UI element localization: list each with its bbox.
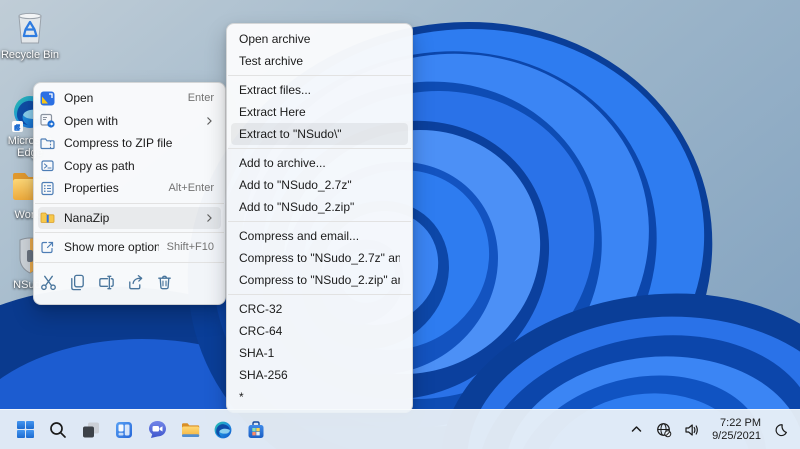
task-view-icon [83,422,99,437]
submenu-item[interactable]: Extract files... [231,79,408,101]
taskbar-clock[interactable]: 7:22 PM 9/25/2021 [709,417,764,443]
properties-icon [39,180,55,196]
focus-assist-button[interactable] [770,417,792,443]
nsudo-app-icon [39,90,55,106]
submenu-item[interactable]: Add to archive... [231,152,408,174]
widgets-button[interactable] [111,417,137,443]
menu-separator [35,261,224,263]
store-icon [248,420,264,438]
menu-item-open-with[interactable]: Open with [38,110,221,133]
nanazip-icon [39,210,55,226]
menu-separator [35,202,224,204]
share-button[interactable] [122,270,148,296]
menu-item-compress-to-zip[interactable]: Compress to ZIP file [38,132,221,155]
menu-separator [228,221,411,222]
edge-icon [214,421,232,438]
share-icon [128,274,142,290]
menu-separator [228,294,411,295]
menu-item-shortcut: Enter [187,92,214,105]
moon-icon [775,423,787,436]
scissors-icon [40,275,56,291]
menu-item-label: NanaZip [64,210,110,225]
submenu-item[interactable]: Test archive [231,50,408,72]
chevron-right-icon [207,213,212,222]
file-explorer-button[interactable] [177,417,203,443]
chevron-right-icon [207,116,212,125]
desktop-icon-recycle-bin[interactable]: Recycle Bin [0,6,60,61]
chat-button[interactable] [144,417,170,443]
zip-folder-icon [39,135,55,151]
volume-button[interactable] [681,417,703,443]
copy-button[interactable] [64,270,90,296]
tray-overflow-button[interactable] [625,417,647,443]
submenu-item[interactable]: CRC-32 [231,298,408,320]
quick-actions-row [34,266,225,300]
submenu-item[interactable]: Compress to "NSudo_2.7z" and email [231,247,408,269]
speaker-icon [685,423,698,436]
edge-button[interactable] [210,417,236,443]
search-button[interactable] [45,417,71,443]
submenu-item[interactable]: Extract Here [231,101,408,123]
menu-item-shortcut: Alt+Enter [168,182,214,195]
copy-icon [70,274,84,291]
menu-item-nanazip[interactable]: NanaZip [38,206,221,229]
show-more-options-icon [39,239,55,255]
start-button[interactable] [12,417,38,443]
menu-item-show-more-options[interactable]: Show more options Shift+F10 [38,236,221,259]
globe-network-icon [657,422,672,437]
store-button[interactable] [243,417,269,443]
submenu-item-extract-to[interactable]: Extract to "NSudo\" [231,123,408,145]
submenu-item[interactable]: Add to "NSudo_2.zip" [231,196,408,218]
shortcut-overlay-arrow [12,121,23,132]
menu-item-copy-as-path[interactable]: Copy as path [38,155,221,178]
submenu-item[interactable]: * [231,386,408,408]
menu-separator [228,148,411,149]
file-explorer-icon [181,422,199,437]
rename-button[interactable] [93,270,119,296]
nanazip-submenu: Open archive Test archive Extract files.… [226,23,413,413]
submenu-item[interactable]: Compress to "NSudo_2.zip" and email [231,269,408,291]
submenu-item[interactable]: SHA-256 [231,364,408,386]
submenu-item[interactable]: SHA-1 [231,342,408,364]
copy-as-path-icon [39,158,55,174]
menu-item-label: Open [64,91,94,106]
submenu-item[interactable]: CRC-64 [231,320,408,342]
chevron-up-icon [631,426,641,432]
menu-item-label: Compress to ZIP file [64,136,173,151]
task-view-button[interactable] [78,417,104,443]
rename-icon [98,275,114,290]
trash-icon [157,275,171,290]
delete-button[interactable] [151,270,177,296]
submenu-item[interactable]: Open archive [231,28,408,50]
widgets-icon [116,421,132,438]
network-button[interactable] [653,417,675,443]
taskbar-buttons [0,417,269,443]
menu-item-label: Show more options [64,240,159,255]
menu-item-label: Properties [64,181,119,196]
windows-logo-icon [16,421,34,438]
search-icon [50,421,66,438]
desktop-icon-label: Recycle Bin [0,49,60,61]
menu-item-label: Open with [64,113,119,128]
submenu-item[interactable]: Add to "NSudo_2.7z" [231,174,408,196]
menu-item-label: Copy as path [64,158,135,173]
context-menu: Open Enter Open with Compress to ZIP fil… [33,82,226,305]
open-with-icon [39,113,55,129]
recycle-bin-icon [10,6,50,46]
chat-icon [148,421,166,438]
menu-item-open[interactable]: Open Enter [38,87,221,110]
submenu-item[interactable]: Compress and email... [231,225,408,247]
menu-item-shortcut: Shift+F10 [166,241,214,254]
taskbar: 7:22 PM 9/25/2021 [0,409,800,449]
menu-item-properties[interactable]: Properties Alt+Enter [38,177,221,200]
system-tray: 7:22 PM 9/25/2021 [625,417,800,443]
clock-date: 9/25/2021 [712,429,761,442]
menu-separator [35,232,224,233]
clock-time: 7:22 PM [720,416,761,429]
cut-button[interactable] [35,270,61,296]
menu-separator [228,75,411,76]
